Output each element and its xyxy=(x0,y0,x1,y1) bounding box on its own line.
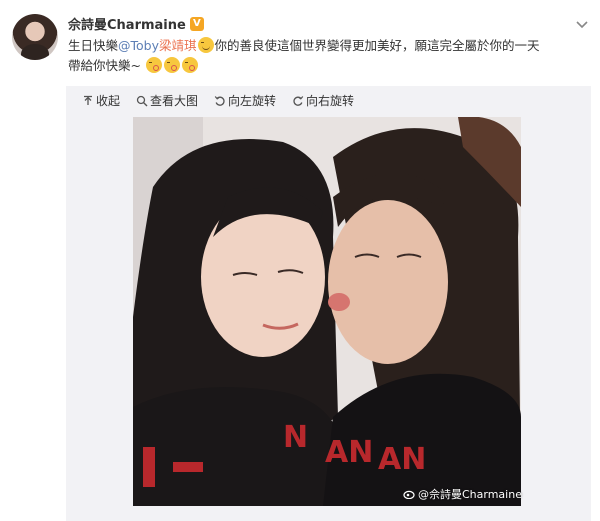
username-row: 佘詩曼Charmaine V xyxy=(68,14,204,33)
chevron-down-icon[interactable] xyxy=(574,16,590,32)
kiss-emoji-icon xyxy=(181,57,198,73)
post-text-segment: 你的善良使這個世界變得更加美好，願這完全屬於你的一天 xyxy=(214,38,540,53)
svg-text:N: N xyxy=(283,420,308,455)
mention-link[interactable]: @Toby xyxy=(118,38,159,53)
svg-text:AN: AN xyxy=(325,435,373,470)
post-text-segment: 帶給你快樂~ xyxy=(68,58,141,73)
weibo-logo-icon xyxy=(403,490,415,499)
photo-watermark: @佘詩曼Charmaine xyxy=(403,486,522,502)
collapse-up-icon xyxy=(84,95,92,105)
post-photo[interactable]: N AN AN xyxy=(133,117,521,506)
rotate-right-icon xyxy=(293,95,304,106)
laugh-emoji-icon xyxy=(197,37,214,53)
verified-badge-icon[interactable]: V xyxy=(189,16,204,31)
post-text-segment: 生日快樂 xyxy=(68,38,119,53)
photo-illustration: N AN AN xyxy=(133,117,521,506)
rotate-right-label: 向右旋转 xyxy=(306,94,355,108)
username-link[interactable]: 佘詩曼Charmaine xyxy=(68,14,186,33)
kiss-emoji-icon xyxy=(145,57,162,73)
rotate-left-label: 向左旋转 xyxy=(228,94,277,108)
view-large-button[interactable]: 查看大图 xyxy=(136,92,198,109)
media-toolbar: 收起 查看大图 向左旋转 向右旋转 xyxy=(82,92,354,109)
rotate-left-button[interactable]: 向左旋转 xyxy=(214,92,276,109)
watermark-text: @佘詩曼Charmaine xyxy=(418,488,522,501)
svg-text:AN: AN xyxy=(378,442,426,477)
user-avatar[interactable] xyxy=(12,14,58,60)
mention-name-link[interactable]: 梁靖琪 xyxy=(159,38,197,53)
collapse-button[interactable]: 收起 xyxy=(82,92,120,109)
magnifier-icon xyxy=(136,95,148,106)
kiss-emoji-icon xyxy=(163,57,180,73)
collapse-label: 收起 xyxy=(96,94,121,108)
rotate-right-button[interactable]: 向右旋转 xyxy=(292,92,354,109)
view-large-label: 查看大图 xyxy=(150,94,199,108)
rotate-left-icon xyxy=(214,95,225,106)
post-text: 生日快樂@Toby梁靖琪 你的善良使這個世界變得更加美好，願這完全屬於你的一天 帶… xyxy=(68,36,588,76)
